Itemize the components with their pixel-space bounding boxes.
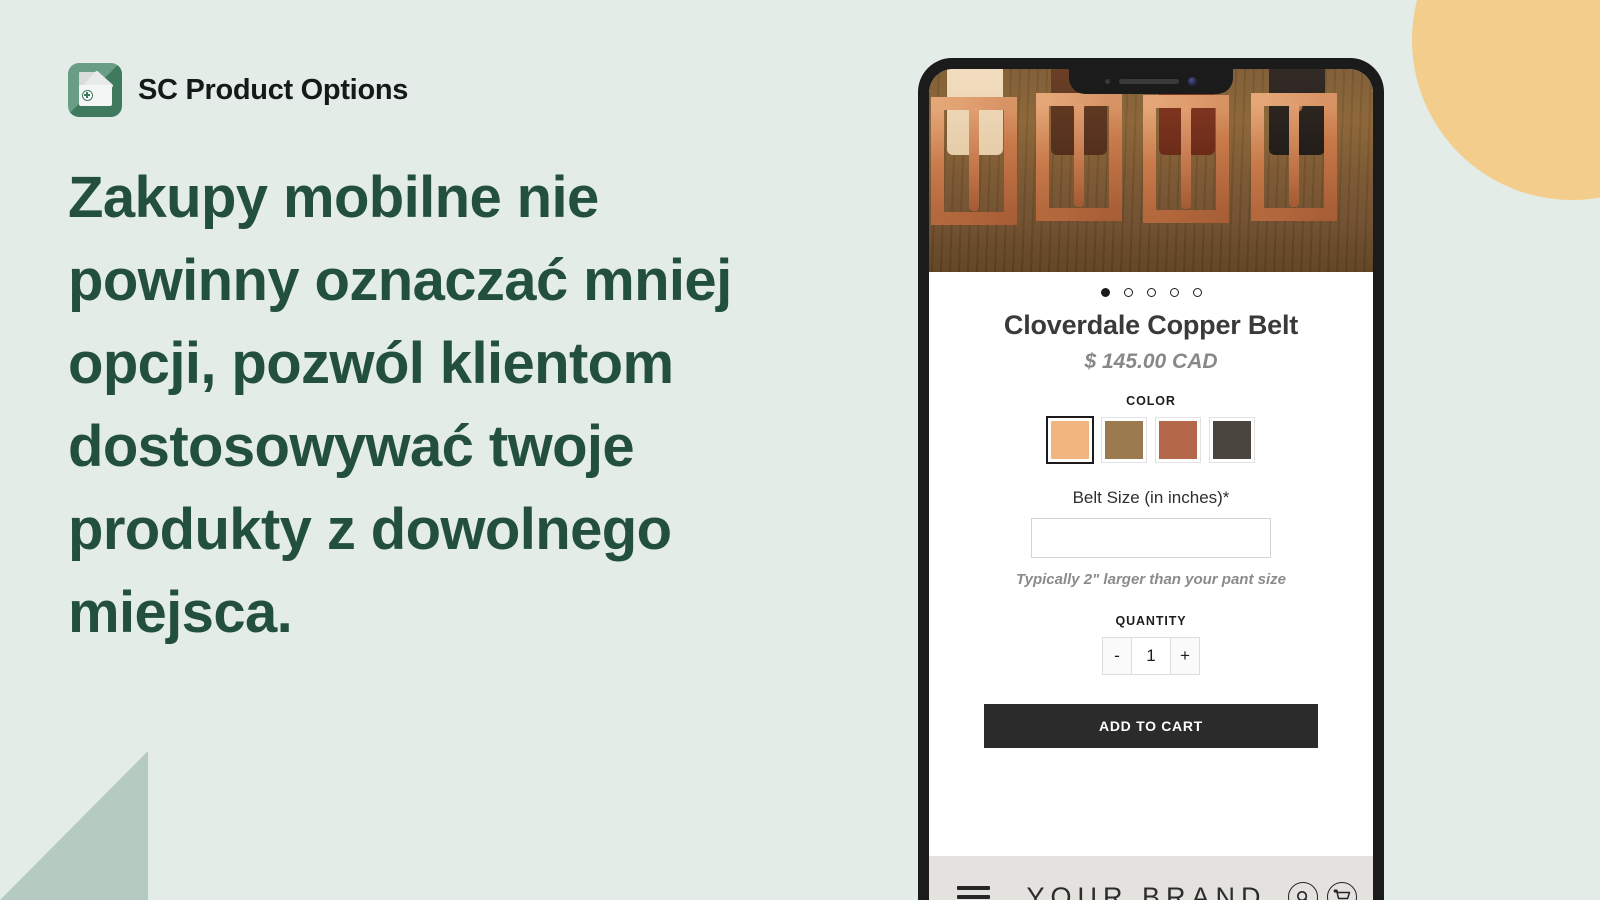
carousel-dots[interactable] <box>929 288 1373 297</box>
carousel-dot[interactable] <box>1123 288 1133 297</box>
product-options-logo-icon <box>68 63 122 117</box>
belt-size-help-text: Typically 2" larger than your pant size <box>1016 571 1286 588</box>
front-camera-icon <box>1188 77 1197 86</box>
earpiece-speaker-icon <box>1119 79 1179 84</box>
slide-canvas: SC Product Options Zakupy mobilne nie po… <box>0 0 1600 900</box>
belt-size-field-wrap <box>929 518 1373 558</box>
color-swatch-group[interactable] <box>929 416 1373 464</box>
color-option-label: COLOR <box>1126 394 1176 408</box>
add-to-cart-wrap: ADD TO CART <box>929 704 1373 748</box>
search-icon[interactable] <box>1288 882 1318 900</box>
carousel-dot[interactable] <box>1100 288 1110 297</box>
quantity-decrement-button[interactable]: - <box>1102 637 1132 675</box>
plus-circle-icon <box>82 90 93 101</box>
decorative-circle <box>1412 0 1600 200</box>
carousel-dot[interactable] <box>1192 288 1202 297</box>
product-photo[interactable] <box>929 69 1373 272</box>
belt-size-input[interactable] <box>1031 518 1271 558</box>
belt-buckle <box>1036 93 1122 221</box>
belt-buckle <box>1251 93 1337 221</box>
store-name: YOUR BRAND <box>1026 881 1267 900</box>
brand-header: SC Product Options <box>68 62 808 118</box>
product-title: Cloverdale Copper Belt <box>1003 310 1299 340</box>
carousel-dot[interactable] <box>1169 288 1179 297</box>
belt-buckle <box>931 97 1017 225</box>
decorative-triangle <box>0 751 148 900</box>
quantity-label: QUANTITY <box>1115 614 1187 628</box>
quantity-increment-button[interactable]: + <box>1170 637 1200 675</box>
phone-mockup: Cloverdale Copper Belt $ 145.00 CAD COLO… <box>918 58 1384 900</box>
phone-screen: Cloverdale Copper Belt $ 145.00 CAD COLO… <box>929 69 1373 900</box>
left-content-column: SC Product Options Zakupy mobilne nie po… <box>68 62 808 654</box>
brand-name: SC Product Options <box>138 73 409 106</box>
proximity-sensor-icon <box>1105 79 1110 84</box>
store-bottom-bar: YOUR BRAND <box>929 856 1373 900</box>
phone-notch <box>1069 69 1233 94</box>
color-swatch-natural-tan[interactable] <box>1046 416 1094 464</box>
product-price: $ 145.00 CAD <box>1084 350 1218 373</box>
shopping-cart-icon[interactable] <box>1327 882 1357 900</box>
color-swatch-rust-copper[interactable] <box>1155 417 1201 463</box>
add-to-cart-button[interactable]: ADD TO CART <box>984 704 1318 748</box>
belt-buckle <box>1143 95 1229 223</box>
quantity-value[interactable]: 1 <box>1132 637 1170 675</box>
headline: Zakupy mobilne nie powinny oznaczać mnie… <box>68 165 732 645</box>
color-swatch-medium-brown[interactable] <box>1101 417 1147 463</box>
hamburger-menu-icon[interactable] <box>957 886 990 900</box>
belt-size-label: Belt Size (in inches)* <box>1072 488 1230 507</box>
color-swatch-charcoal-black[interactable] <box>1209 417 1255 463</box>
quantity-stepper[interactable]: - 1 + <box>929 637 1373 675</box>
carousel-dot[interactable] <box>1146 288 1156 297</box>
